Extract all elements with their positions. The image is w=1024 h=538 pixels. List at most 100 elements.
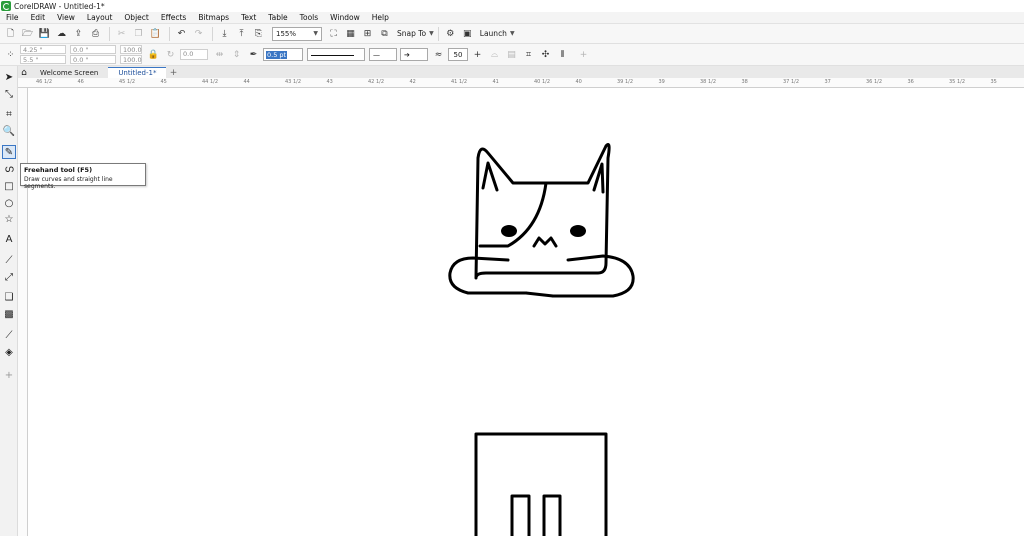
add-tab-icon[interactable]: +	[168, 68, 178, 78]
menu-layout[interactable]: Layout	[87, 13, 113, 22]
plus-icon[interactable]: +	[470, 47, 485, 62]
cat-paw-join	[524, 291, 555, 298]
outline-pen-icon[interactable]: ✒	[246, 47, 261, 62]
menu-effects[interactable]: Effects	[161, 13, 187, 22]
drawing-canvas[interactable]	[28, 88, 1024, 538]
options-gear-icon[interactable]: ⚙	[443, 26, 458, 41]
ellipse-tool-icon[interactable]: ○	[2, 196, 16, 210]
copy-icon[interactable]: ❐	[131, 26, 146, 41]
snap-icon[interactable]: ⧉	[377, 26, 392, 41]
scale-y-field[interactable]: 100.0	[120, 55, 142, 64]
cat-body-outline	[474, 432, 608, 538]
show-grid-icon[interactable]: ▦	[343, 26, 358, 41]
add-tool-icon[interactable]: +	[2, 368, 16, 382]
home-icon[interactable]: ⌂	[18, 67, 30, 78]
mirror-horizontal-icon[interactable]: ⇹	[212, 47, 227, 62]
menu-edit[interactable]: Edit	[31, 13, 46, 22]
cloud-save-icon[interactable]: ☁	[54, 26, 69, 41]
launch-icon[interactable]: ▣	[460, 26, 475, 41]
menu-tools[interactable]: Tools	[300, 13, 318, 22]
transparency-tool-icon[interactable]: ▩	[2, 307, 16, 321]
zoom-level-value: 155%	[276, 29, 297, 38]
quick-trace-icon[interactable]: ⌗	[521, 47, 536, 62]
menu-table[interactable]: Table	[268, 13, 287, 22]
pick-tool-icon[interactable]: ➤	[2, 70, 16, 84]
lock-ratio-icon[interactable]: 🔒	[146, 47, 161, 62]
width-field[interactable]: 0.0 "	[70, 45, 116, 54]
align-icon[interactable]: ⫴	[555, 47, 570, 62]
rectangle-tool-icon[interactable]: □	[2, 179, 16, 193]
cat-left-leg	[510, 494, 531, 538]
menu-text[interactable]: Text	[241, 13, 256, 22]
horizontal-ruler[interactable]: 46 1/2 46 45 1/2 45 44 1/2 44 43 1/2 43 42 1/2 42…	[18, 78, 1024, 88]
shape-tool-icon[interactable]: ⤡	[2, 87, 16, 101]
start-arrowhead-select[interactable]: —	[369, 48, 397, 61]
polygon-tool-icon[interactable]: ☆	[2, 212, 16, 226]
interactive-fill-tool-icon[interactable]: ◈	[2, 345, 16, 359]
ruler-tick-label: 45	[160, 79, 167, 85]
full-screen-preview-icon[interactable]: ⛶	[326, 26, 341, 41]
object-origin-icon[interactable]: ⁘	[3, 47, 18, 62]
menu-window[interactable]: Window	[330, 13, 360, 22]
smoothing-field[interactable]: 50	[448, 48, 468, 61]
open-icon[interactable]: 🗁	[20, 26, 35, 41]
zoom-level-select[interactable]: 155% ▼	[272, 26, 322, 41]
menu-bitmaps[interactable]: Bitmaps	[198, 13, 229, 22]
ruler-tick-label: 38 1/2	[700, 79, 716, 85]
close-curve-icon[interactable]: ⌓	[487, 47, 502, 62]
undo-icon[interactable]: ↶	[174, 26, 189, 41]
freehand-tool-icon[interactable]: ✎	[2, 145, 16, 159]
vertical-ruler[interactable]	[18, 88, 28, 536]
show-guidelines-icon[interactable]: ⊞	[360, 26, 375, 41]
outline-width-select[interactable]: 0.5 pt	[263, 48, 303, 61]
y-position-field[interactable]: 5.5 "	[20, 55, 66, 64]
cloud-upload-icon[interactable]: ⇪	[71, 26, 86, 41]
export-icon[interactable]: ⤒	[234, 26, 249, 41]
ruler-tick-label: 45 1/2	[119, 79, 135, 85]
launch-button[interactable]: Launch	[480, 29, 507, 38]
ruler-tick-label: 39 1/2	[617, 79, 633, 85]
eyedropper-tool-icon[interactable]: ⟋	[2, 328, 16, 342]
artistic-media-tool-icon[interactable]: ഗ	[2, 162, 16, 176]
rotation-field[interactable]: 0.0	[180, 49, 208, 60]
cut-icon[interactable]: ✂	[114, 26, 129, 41]
chevron-down-icon[interactable]: ▼	[510, 30, 515, 37]
mirror-vertical-icon[interactable]: ⇕	[229, 47, 244, 62]
dimension-tool-icon[interactable]: ⟋	[2, 253, 16, 267]
chevron-down-icon[interactable]: ▼	[429, 30, 434, 37]
document-tabs: ⌂ Welcome Screen Untitled-1* +	[18, 66, 1024, 78]
menu-help[interactable]: Help	[372, 13, 389, 22]
drop-shadow-tool-icon[interactable]: ❑	[2, 290, 16, 304]
ruler-tick-label: 36 1/2	[866, 79, 882, 85]
ruler-tick-label: 37 1/2	[783, 79, 799, 85]
print-icon[interactable]: ⎙	[88, 26, 103, 41]
ruler-tick-label: 35 1/2	[949, 79, 965, 85]
publish-pdf-icon[interactable]: ⎘	[251, 26, 266, 41]
tab-untitled-1[interactable]: Untitled-1*	[108, 67, 167, 78]
new-document-icon[interactable]: 🗋	[3, 26, 18, 41]
connector-tool-icon[interactable]: ⤢	[2, 270, 16, 284]
import-icon[interactable]: ⤓	[217, 26, 232, 41]
break-apart-icon[interactable]: ✣	[538, 47, 553, 62]
rotation-icon[interactable]: ↻	[163, 47, 178, 62]
save-icon[interactable]: 💾	[37, 26, 52, 41]
snap-to-button[interactable]: Snap To	[397, 29, 426, 38]
scale-x-field[interactable]: 100.0	[120, 45, 142, 54]
x-position-field[interactable]: 4.25 "	[20, 45, 66, 54]
text-tool-icon[interactable]: A	[2, 232, 16, 246]
menu-file[interactable]: File	[6, 13, 19, 22]
ruler-tick-label: 44	[243, 79, 250, 85]
zoom-tool-icon[interactable]: 🔍	[2, 124, 16, 138]
end-arrowhead-select[interactable]: ➔	[400, 48, 428, 61]
height-field[interactable]: 0.0 "	[70, 55, 116, 64]
crop-tool-icon[interactable]: ⌗	[2, 107, 16, 121]
standard-toolbar: 🗋 🗁 💾 ☁ ⇪ ⎙ ✂ ❐ 📋 ↶ ↷ ⤓ ⤒ ⎘ 155% ▼ ⛶ ▦ ⊞…	[0, 24, 1024, 44]
tab-welcome-screen[interactable]: Welcome Screen	[30, 67, 108, 78]
menu-view[interactable]: View	[57, 13, 75, 22]
menu-object[interactable]: Object	[124, 13, 148, 22]
line-style-select[interactable]	[307, 48, 365, 61]
paste-icon[interactable]: 📋	[148, 26, 163, 41]
add-icon[interactable]: +	[576, 47, 591, 62]
redo-icon[interactable]: ↷	[191, 26, 206, 41]
wrap-text-icon[interactable]: ▤	[504, 47, 519, 62]
